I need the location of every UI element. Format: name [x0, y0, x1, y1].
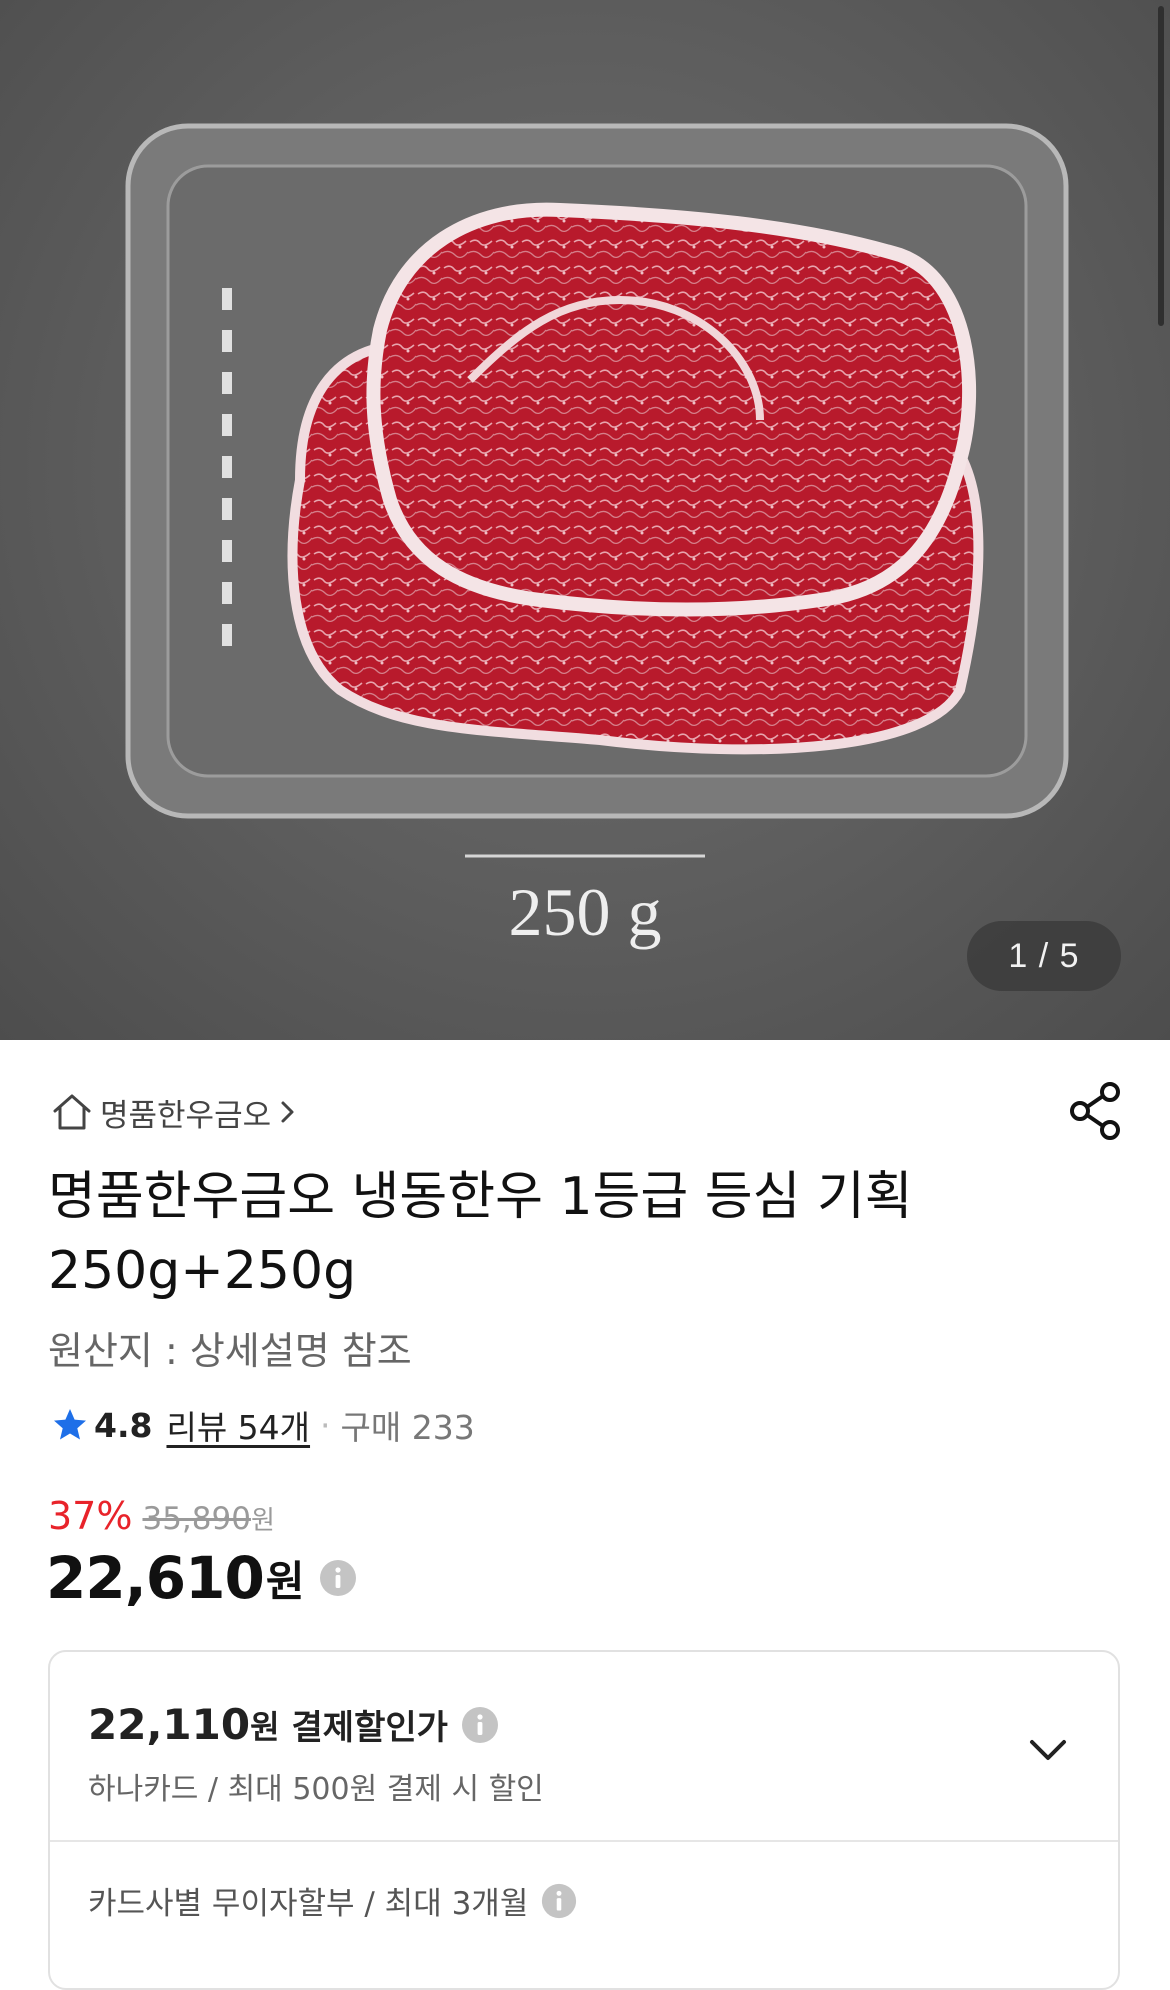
store-name: 명품한우금오 — [100, 1097, 272, 1134]
installment-text: 카드사별 무이자할부 / 최대 3개월 — [88, 1886, 529, 1922]
product-photo: 250 g — [125, 123, 1069, 950]
card-discount-description: 하나카드 / 최대 500원 결제 시 할인 — [88, 1772, 544, 1807]
price-row: 22,610 원 — [46, 1544, 358, 1612]
chevron-down-icon[interactable] — [1024, 1728, 1072, 1772]
purchase-count: 구매 233 — [340, 1408, 475, 1447]
discount-percent: 37% — [48, 1494, 133, 1538]
card-discount-price: 22,110 — [88, 1700, 251, 1749]
image-counter: 1 / 5 — [967, 921, 1121, 991]
original-price: 35,890 — [142, 1501, 251, 1537]
discount-row: 37% 35,890 원 — [48, 1494, 275, 1538]
image-weight-label: 250 g — [509, 874, 662, 950]
card-discount-row[interactable]: 22,110 원 결제할인가 — [88, 1700, 500, 1749]
sale-price-unit: 원 — [265, 1556, 305, 1606]
rating-score: 4.8 — [94, 1405, 153, 1445]
review-count-link[interactable]: 리뷰 54개 — [166, 1401, 310, 1449]
product-title: 명품한우금오 냉동한우 1등급 등심 기획 250g+250g — [48, 1167, 913, 1301]
installment-row: 카드사별 무이자할부 / 최대 3개월 — [88, 1878, 578, 1923]
star-icon — [54, 1409, 86, 1440]
card-benefit-box: 22,110 원 결제할인가 하나카드 / 최대 500원 결제 시 할인 카드… — [48, 1650, 1120, 1990]
chevron-right-icon — [281, 1101, 294, 1123]
divider — [50, 1840, 1118, 1842]
product-image-gallery[interactable]: 250 g 1 / 5 — [0, 0, 1170, 1040]
original-price-unit: 원 — [250, 1506, 275, 1536]
scroll-indicator — [1158, 6, 1164, 326]
rating-row: 4.8 리뷰 54개 · 구매 233 — [52, 1400, 475, 1450]
installment-info-icon[interactable] — [540, 1882, 578, 1920]
share-icon[interactable] — [1066, 1080, 1128, 1142]
price-info-icon[interactable] — [318, 1558, 358, 1598]
separator-dot: · — [320, 1405, 331, 1445]
card-discount-unit: 원 — [250, 1707, 280, 1746]
sale-price: 22,610 — [46, 1544, 265, 1612]
home-icon — [53, 1094, 91, 1130]
card-discount-label: 결제할인가 — [291, 1708, 448, 1748]
store-link[interactable]: 명품한우금오 — [50, 1088, 299, 1136]
card-discount-info-icon[interactable] — [460, 1705, 500, 1745]
product-origin: 원산지 : 상세설명 참조 — [48, 1329, 412, 1373]
